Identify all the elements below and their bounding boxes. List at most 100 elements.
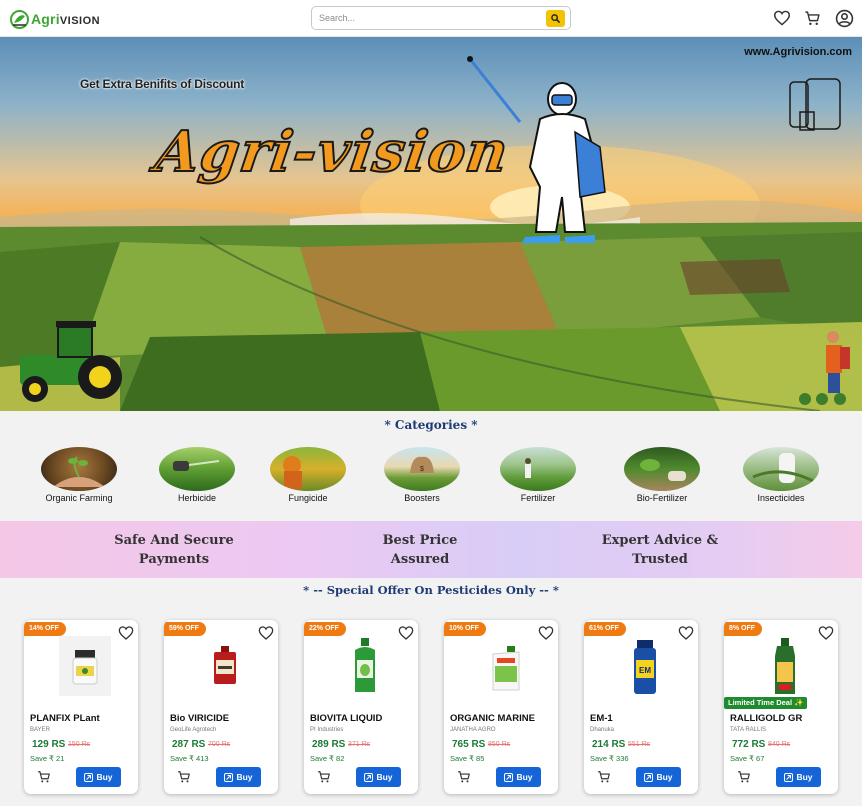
- hero-subtitle: Get Extra Benifits of Discount: [80, 77, 245, 91]
- discount-badge: 61% OFF: [584, 622, 626, 636]
- product-price: 214 RS: [592, 739, 626, 750]
- add-to-cart-icon[interactable]: [317, 770, 331, 784]
- buy-button[interactable]: Buy: [776, 767, 821, 787]
- product-card[interactable]: 22% OFF BIOVITA LIQUID PI Industries 289…: [304, 620, 418, 794]
- buy-button[interactable]: Buy: [356, 767, 401, 787]
- heart-icon[interactable]: [538, 625, 554, 641]
- category-herbicide[interactable]: Herbicide: [147, 447, 247, 503]
- fungicide-image: [270, 447, 346, 491]
- product-mrp: 850 Rs: [488, 741, 511, 748]
- product-mrp: 371 Rs: [348, 741, 371, 748]
- heart-icon[interactable]: [118, 625, 134, 641]
- feature-line: Trusted: [632, 552, 688, 567]
- svg-text:$: $: [420, 466, 424, 473]
- product-brand: Dhanuka: [590, 727, 615, 733]
- category-insecticides[interactable]: Insecticides: [731, 447, 831, 503]
- product-savings: Save ₹ 67: [730, 754, 765, 763]
- add-to-cart-icon[interactable]: [597, 770, 611, 784]
- product-savings: Save ₹ 336: [590, 754, 629, 763]
- external-link-icon: [504, 772, 514, 782]
- heart-icon[interactable]: [258, 625, 274, 641]
- organic-farming-image: [41, 447, 117, 491]
- product-card[interactable]: 10% OFF ORGANIC MARINE JANATHA AGRO 765 …: [444, 620, 558, 794]
- buy-label: Buy: [796, 772, 813, 782]
- category-label: Bio-Fertilizer: [636, 493, 688, 503]
- category-fungicide[interactable]: Fungicide: [258, 447, 358, 503]
- user-icon: [835, 9, 853, 27]
- product-price: 129 RS: [32, 739, 66, 750]
- category-label: Boosters: [404, 493, 440, 503]
- product-name: RALLIGOLD GR: [730, 713, 803, 724]
- product-mrp: 150 Rs: [68, 741, 91, 748]
- category-fertilizer[interactable]: Fertilizer: [488, 447, 588, 503]
- hero-banner[interactable]: www.Agrivision.com Get Extra Benifits of…: [0, 37, 862, 411]
- add-to-cart-icon[interactable]: [37, 770, 51, 784]
- cart-icon: [804, 10, 820, 25]
- heart-icon[interactable]: [818, 625, 834, 641]
- category-label: Fungicide: [288, 493, 328, 503]
- buy-label: Buy: [376, 772, 393, 782]
- category-organic-farming[interactable]: Organic Farming: [29, 447, 129, 503]
- product-price: 287 RS: [172, 739, 206, 750]
- heart-icon[interactable]: [678, 625, 694, 641]
- product-card[interactable]: 14% OFF PLANFIX PLant BAYER 129 RS 150 R…: [24, 620, 138, 794]
- features-banner: Safe And Secure Payments Best Price Assu…: [0, 521, 862, 578]
- product-card[interactable]: 61% OFF EM EM-1 Dhanuka 214 RS 551 Rs Sa…: [584, 620, 698, 794]
- search-icon: [551, 14, 560, 23]
- discount-badge: 8% OFF: [724, 622, 763, 636]
- add-to-cart-icon[interactable]: [457, 770, 471, 784]
- discount-badge: 10% OFF: [444, 622, 486, 636]
- categories-heading: * Categories *: [384, 418, 478, 432]
- buy-button[interactable]: Buy: [496, 767, 541, 787]
- feature-line: Assured: [390, 552, 450, 567]
- hero-landscape-illustration: [0, 56, 862, 411]
- wishlist-button[interactable]: [772, 8, 792, 28]
- brand-logo[interactable]: AgriVISION: [10, 9, 100, 29]
- buy-label: Buy: [516, 772, 533, 782]
- cart-button[interactable]: [802, 8, 822, 28]
- herbicide-image: [159, 447, 235, 491]
- feature-line: Best Price: [382, 533, 458, 548]
- feature-line: Expert Advice &: [601, 533, 719, 548]
- product-image: [59, 636, 111, 696]
- feature-line: Payments: [138, 552, 210, 567]
- product-savings: Save ₹ 413: [170, 754, 209, 763]
- search-input[interactable]: [319, 10, 539, 26]
- add-to-cart-icon[interactable]: [177, 770, 191, 784]
- feature-best-price: Best Price Assured: [325, 531, 515, 569]
- product-name: BIOVITA LIQUID: [310, 713, 383, 724]
- product-savings: Save ₹ 85: [450, 754, 485, 763]
- product-name: Bio VIRICIDE: [170, 713, 230, 724]
- fertilizer-image: [500, 447, 576, 491]
- bio-fertilizer-image: [624, 447, 700, 491]
- category-boosters[interactable]: $ Boosters: [372, 447, 472, 503]
- search-button[interactable]: [546, 10, 565, 27]
- product-image: [339, 636, 391, 696]
- buy-button[interactable]: Buy: [76, 767, 121, 787]
- product-mrp: 840 Rs: [768, 741, 791, 748]
- feature-line: Safe And Secure: [114, 533, 234, 548]
- category-label: Herbicide: [177, 493, 217, 503]
- product-card[interactable]: 59% OFF Bio VIRICIDE GeoLife Agrotech 28…: [164, 620, 278, 794]
- heart-icon[interactable]: [398, 625, 414, 641]
- product-image: [759, 636, 811, 696]
- product-image: EM: [619, 636, 671, 696]
- product-name: PLANFIX PLant: [30, 713, 100, 724]
- add-to-cart-icon[interactable]: [737, 770, 751, 784]
- special-offer-heading: * -- Special Offer On Pesticides Only --…: [303, 583, 559, 597]
- category-bio-fertilizer[interactable]: Bio-Fertilizer: [612, 447, 712, 503]
- product-card[interactable]: 8% OFF Limited Time Deal ✨ RALLIGOLD GR …: [724, 620, 838, 794]
- buy-button[interactable]: Buy: [636, 767, 681, 787]
- discount-badge: 59% OFF: [164, 622, 206, 636]
- product-savings: Save ₹ 21: [30, 754, 65, 763]
- pesticide-bottles-illustration: [789, 78, 841, 131]
- product-price: 772 RS: [732, 739, 766, 750]
- external-link-icon: [644, 772, 654, 782]
- discount-badge: 22% OFF: [304, 622, 346, 636]
- website-url: www.Agrivision.com: [744, 46, 852, 58]
- product-mrp: 551 Rs: [628, 741, 651, 748]
- buy-button[interactable]: Buy: [216, 767, 261, 787]
- product-name: EM-1: [590, 713, 613, 724]
- account-button[interactable]: [834, 8, 854, 28]
- external-link-icon: [224, 772, 234, 782]
